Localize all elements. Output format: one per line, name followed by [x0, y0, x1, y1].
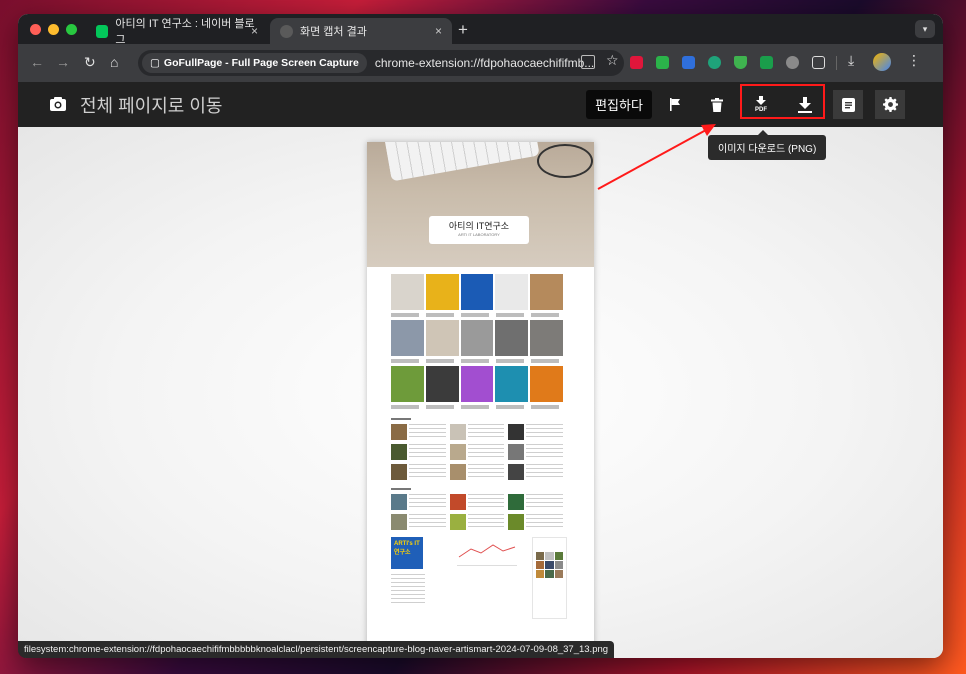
profile-icon[interactable] [873, 53, 891, 71]
downloads-icon[interactable]: ⤓ [848, 52, 854, 69]
address-bar[interactable]: ▢ GoFullPage - Full Page Screen Capture … [138, 50, 624, 76]
tab-search-button[interactable]: ▾ [915, 20, 935, 38]
caption-line [391, 313, 563, 317]
caption-line [391, 359, 563, 363]
footer-text [391, 574, 425, 604]
thumbnail-grid-1 [391, 274, 563, 310]
toolbar-divider [836, 56, 837, 70]
settings-button[interactable] [875, 90, 905, 119]
section-heading [391, 418, 411, 420]
footer-blog-logo: ARTI's IT 연구소 [391, 537, 423, 569]
footer-widget [532, 537, 567, 619]
post-list-1 [391, 424, 564, 484]
pdf-label: PDF [755, 107, 767, 113]
zoom-window-button[interactable] [66, 24, 77, 35]
download-tooltip: 이미지 다운로드 (PNG) [708, 130, 827, 160]
extension-blue-icon[interactable] [682, 56, 695, 69]
glasses-graphic [537, 144, 593, 178]
tab-title: 화면 캡처 결과 [300, 26, 367, 38]
translate-icon[interactable] [581, 55, 595, 69]
naver-blog-favicon-icon [96, 24, 109, 38]
extension-teal-icon[interactable] [708, 56, 721, 69]
download-pdf-button[interactable]: PDF [746, 90, 776, 119]
trend-line-icon [458, 544, 516, 558]
pdf-download-icon [756, 96, 766, 105]
browser-window: 아티의 IT 연구소 : 네이버 블로그 × 화면 캡처 결과 × + ▾ ← … [18, 14, 943, 658]
star-icon[interactable]: ☆ [606, 52, 619, 69]
extension-chip[interactable]: ▢ GoFullPage - Full Page Screen Capture [142, 53, 367, 73]
camera-icon [50, 97, 66, 111]
flag-icon [670, 98, 680, 111]
thumbnail-grid-3 [391, 366, 563, 402]
tab-close-icon[interactable]: × [251, 24, 258, 38]
tab-strip: 아티의 IT 연구소 : 네이버 블로그 × 화면 캡처 결과 × + ▾ [18, 14, 943, 46]
section-heading [391, 488, 411, 490]
go-to-full-page-link[interactable]: 전체 페이지로 이동 [80, 92, 222, 118]
document-icon [841, 97, 855, 112]
close-window-button[interactable] [30, 24, 41, 35]
tab-naver-blog[interactable]: 아티의 IT 연구소 : 네이버 블로그 × [86, 18, 268, 46]
status-bar-url: filesystem:chrome-extension://fdpohaocae… [18, 641, 615, 658]
flag-button[interactable] [660, 90, 690, 119]
browser-toolbar: ← → ↻ ⌂ ▢ GoFullPage - Full Page Screen … [18, 44, 943, 82]
trash-icon [711, 97, 723, 112]
minimize-window-button[interactable] [48, 24, 59, 35]
back-arrow-icon[interactable]: ← [30, 54, 44, 70]
edit-button[interactable]: 편집하다 [586, 90, 652, 119]
camera-favicon-icon [280, 24, 293, 38]
download-icon [798, 96, 812, 113]
forward-arrow-icon[interactable]: → [56, 54, 70, 70]
thumbnail-grid-2 [391, 320, 563, 356]
tab-capture-result[interactable]: 화면 캡처 결과 × [270, 18, 452, 44]
caption-line [391, 405, 563, 409]
shield-extension-icon[interactable] [734, 56, 747, 69]
blog-logo-card: 아티의 IT연구소 ARTI IT LABORATORY [429, 216, 529, 244]
app-header: 전체 페이지로 이동 편집하다 PDF [18, 82, 943, 127]
extension-record-icon[interactable] [760, 56, 773, 69]
captured-page-image[interactable]: 아티의 IT연구소 ARTI IT LABORATORY ARTI's IT 연… [367, 142, 594, 658]
reload-icon[interactable]: ↻ [84, 54, 96, 71]
footer-chart [457, 537, 517, 566]
notes-button[interactable] [833, 90, 863, 119]
puzzle-icon: ▢ [150, 57, 160, 69]
gear-icon [882, 97, 898, 112]
url-text: chrome-extension://fdpohaocaechififmb... [374, 56, 595, 70]
delete-button[interactable] [702, 90, 732, 119]
extension-green-icon[interactable] [656, 56, 669, 69]
extension-red-icon[interactable] [630, 56, 643, 69]
keyboard-graphic [385, 142, 540, 182]
post-list-2 [391, 494, 564, 534]
tab-title: 아티의 IT 연구소 : 네이버 블로그 [115, 18, 255, 46]
tab-close-icon[interactable]: × [435, 24, 442, 38]
blog-hero-image: 아티의 IT연구소 ARTI IT LABORATORY [367, 142, 594, 267]
home-icon[interactable]: ⌂ [110, 54, 118, 70]
menu-icon[interactable]: ⋮ [907, 52, 921, 69]
download-png-button[interactable] [790, 90, 820, 119]
extensions-icon[interactable] [812, 56, 825, 69]
new-tab-button[interactable]: + [458, 20, 468, 40]
camera-extension-icon[interactable] [786, 56, 799, 69]
capture-preview-area: 이미지 다운로드 (PNG) 아티의 IT연구소 ARTI IT LABORAT… [18, 127, 943, 658]
